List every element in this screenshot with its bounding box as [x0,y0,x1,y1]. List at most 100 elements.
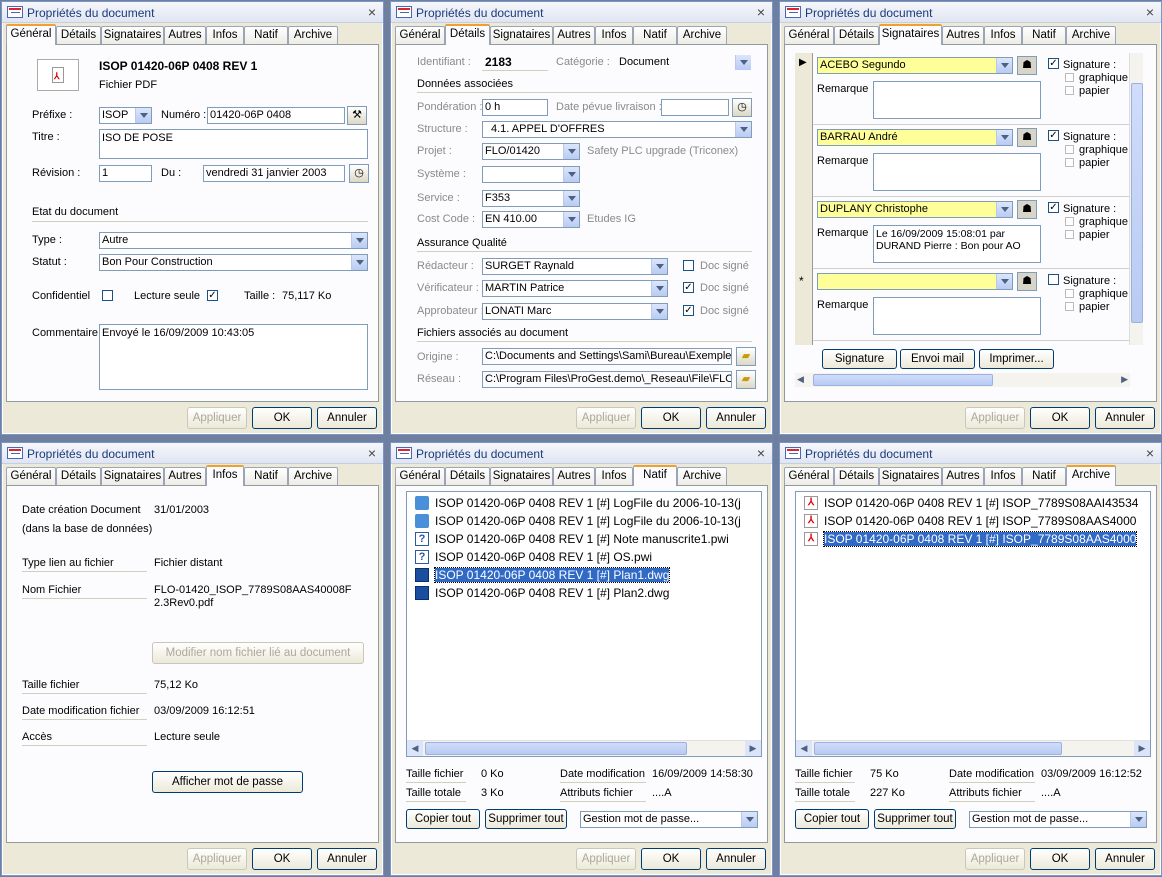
chevron-down-icon[interactable] [651,259,667,274]
show-password-button[interactable]: Afficher mot de passe [152,771,303,793]
cancel-button[interactable]: Annuler [1095,848,1155,870]
signature-checkbox[interactable]: ✓ [1048,202,1059,213]
tab-archive[interactable]: Archive [1066,465,1116,486]
rename-file-button[interactable]: Modifier nom fichier lié au document [152,642,364,664]
verifier-signed-checkbox[interactable]: ✓ [683,282,694,293]
close-icon[interactable]: × [1146,4,1154,20]
tab-signataires[interactable]: Signataires [879,24,942,45]
chevron-down-icon[interactable] [135,108,151,123]
approver-signed-checkbox[interactable]: ✓ [683,305,694,316]
verifier-combo[interactable]: MARTIN Patrice [482,280,668,297]
signature-button[interactable]: Signature [822,349,897,369]
chevron-down-icon[interactable] [563,144,579,159]
chevron-down-icon[interactable] [735,122,751,137]
chevron-down-icon[interactable] [351,255,367,270]
apply-button[interactable]: Appliquer [965,848,1025,870]
cancel-button[interactable]: Annuler [706,848,766,870]
status-combo[interactable]: Bon Pour Construction [99,254,368,271]
ok-button[interactable]: OK [641,407,701,429]
signature-checkbox[interactable]: ✓ [1048,130,1059,141]
scroll-right-icon[interactable]: ▶ [1134,741,1150,756]
graphic-checkbox[interactable] [1065,73,1074,82]
password-mgmt-combo[interactable]: Gestion mot de passe... [969,811,1147,828]
apply-button[interactable]: Appliquer [576,848,636,870]
close-icon[interactable]: × [368,4,376,20]
delete-all-button[interactable]: Supprimer tout [485,809,567,829]
archive-files-list[interactable]: ⅄ ISOP 01420-06P 0408 REV 1 [#] ISOP_7789… [795,491,1151,757]
tab-signataires[interactable]: Signataires [490,26,553,45]
tab-general[interactable]: Général [395,467,445,486]
tab-infos[interactable]: Infos [206,465,244,486]
ok-button[interactable]: OK [252,848,312,870]
chevron-down-icon[interactable] [996,58,1012,73]
comment-field[interactable]: Envoyé le 16/09/2009 10:43:05 [99,324,368,390]
signer-combo[interactable]: ACEBO Segundo [817,57,1013,74]
graphic-checkbox[interactable] [1065,217,1074,226]
chevron-down-icon[interactable] [651,281,667,296]
signature-checkbox[interactable]: ✓ [1048,58,1059,69]
scroll-thumb[interactable] [1131,83,1143,323]
print-button[interactable]: Imprimer... [979,349,1054,369]
list-item[interactable]: ? ISOP 01420-06P 0408 REV 1 [#] OS.pwi [411,548,652,566]
costcode-combo[interactable]: EN 410.00 [482,211,580,228]
tab-signataires[interactable]: Signataires [101,26,164,45]
tab-autres[interactable]: Autres [942,467,984,486]
close-icon[interactable]: × [757,445,765,461]
apply-button[interactable]: Appliquer [187,407,247,429]
tab-details[interactable]: Détails [56,26,101,45]
tab-archive[interactable]: Archive [677,467,727,486]
scroll-left-icon[interactable]: ◀ [796,741,812,756]
scroll-left-icon[interactable]: ◀ [407,741,423,756]
network-field[interactable]: C:\Program Files\ProGest.demo\_Reseau\Fi… [482,371,732,388]
password-mgmt-combo[interactable]: Gestion mot de passe... [580,811,758,828]
tab-details[interactable]: Détails [445,467,490,486]
paper-checkbox[interactable] [1065,158,1074,167]
cancel-button[interactable]: Annuler [317,407,377,429]
prefix-combo[interactable]: ISOP [99,107,152,124]
tab-infos[interactable]: Infos [984,467,1022,486]
paper-checkbox[interactable] [1065,302,1074,311]
vertical-scrollbar[interactable] [1129,53,1143,345]
chevron-down-icon[interactable] [351,233,367,248]
chevron-down-icon[interactable] [996,202,1012,217]
chevron-down-icon[interactable] [741,812,757,827]
list-item[interactable]: ⅄ ISOP 01420-06P 0408 REV 1 [#] ISOP_7789… [800,530,1138,548]
remark-field[interactable] [873,153,1041,191]
person-icon[interactable]: ☗ [1017,56,1037,75]
tab-general[interactable]: Général [784,467,834,486]
remark-field[interactable] [873,297,1041,335]
tab-infos[interactable]: Infos [595,26,633,45]
folder-icon[interactable]: ▰ [736,370,756,389]
scroll-right-icon[interactable]: ▶ [1121,374,1128,385]
chevron-down-icon[interactable] [735,55,751,70]
horizontal-scrollbar[interactable]: ◀ ▶ [407,740,761,756]
system-combo[interactable] [482,166,580,183]
confidential-checkbox[interactable] [102,290,113,301]
apply-button[interactable]: Appliquer [187,848,247,870]
cancel-button[interactable]: Annuler [1095,407,1155,429]
copy-all-button[interactable]: Copier tout [406,809,480,829]
tab-natif[interactable]: Natif [1022,26,1066,45]
scroll-right-icon[interactable]: ▶ [745,741,761,756]
ok-button[interactable]: OK [1030,848,1090,870]
tab-natif[interactable]: Natif [633,465,677,486]
apply-button[interactable]: Appliquer [965,407,1025,429]
tab-natif[interactable]: Natif [633,26,677,45]
chevron-down-icon[interactable] [563,167,579,182]
signature-checkbox[interactable] [1048,274,1059,285]
tab-archive[interactable]: Archive [677,26,727,45]
remark-field[interactable] [873,81,1041,119]
title-bar[interactable]: Propriétés du document × [391,2,772,23]
title-bar[interactable]: Propriétés du document × [2,443,383,464]
tab-natif[interactable]: Natif [244,26,288,45]
tab-autres[interactable]: Autres [553,467,595,486]
list-item[interactable]: ⅄ ISOP 01420-06P 0408 REV 1 [#] ISOP_7789… [800,512,1136,530]
cancel-button[interactable]: Annuler [317,848,377,870]
paper-checkbox[interactable] [1065,230,1074,239]
list-item[interactable]: ⅄ ISOP 01420-06P 0408 REV 1 [#] ISOP_7789… [800,494,1138,512]
tab-general[interactable]: Général [6,467,56,486]
revision-field[interactable]: 1 [99,165,152,182]
weight-field[interactable]: 0 h [482,99,548,116]
structure-combo[interactable]: 4.1. APPEL D'OFFRES [482,121,752,138]
close-icon[interactable]: × [368,445,376,461]
